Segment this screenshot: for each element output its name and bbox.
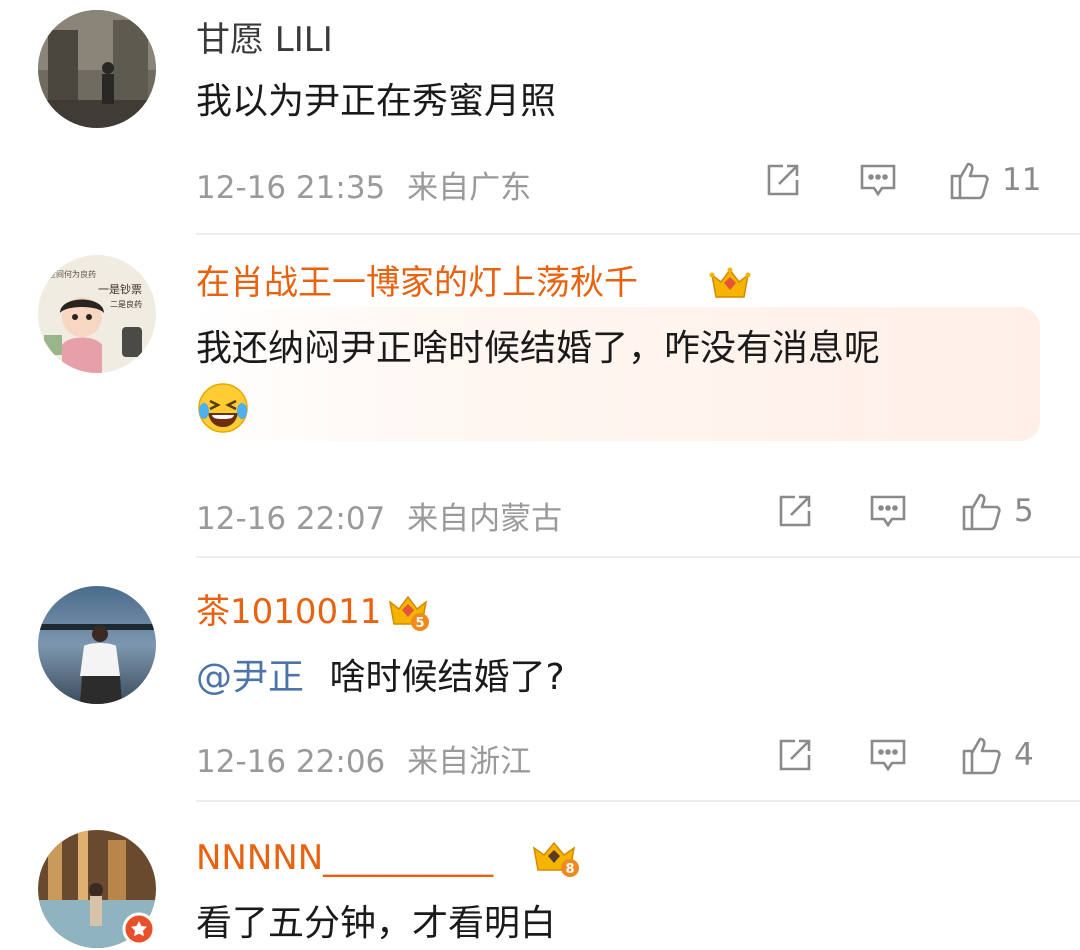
thumbs-up-icon <box>962 493 1001 531</box>
avatar[interactable] <box>38 10 156 128</box>
share-button[interactable] <box>763 160 803 200</box>
comment-item: 茶1010011 5 @尹正 啥时候结婚了? 12-16 22:06 来自浙江 … <box>0 558 1080 802</box>
avatar[interactable] <box>38 586 156 704</box>
comment-button[interactable] <box>868 735 908 775</box>
avatar-text-line2: 二是良药 <box>110 299 142 309</box>
comment-icon <box>870 739 906 772</box>
username[interactable]: 茶1010011 <box>196 592 381 632</box>
thumbs-up-icon <box>962 737 1001 775</box>
comment-button[interactable] <box>868 491 908 531</box>
like-count: 5 <box>1014 493 1034 529</box>
comment-body: 啥时候结婚了? <box>329 657 565 698</box>
emoji-container <box>196 381 250 435</box>
like-count: 11 <box>1002 162 1042 198</box>
like-button[interactable]: 4 <box>960 733 1034 777</box>
badge-level: 5 <box>415 616 424 631</box>
avatar-text-line1: 一是钞票 <box>98 282 142 296</box>
share-icon <box>779 739 811 771</box>
like-button[interactable]: 11 <box>948 158 1041 202</box>
avatar-text-top: 世间何为良药 <box>48 269 96 279</box>
comment-meta: 12-16 22:06 来自浙江 <box>196 736 531 781</box>
avatar[interactable]: 世间何为良药 一是钞票 二是良药 <box>38 255 156 373</box>
comment-icon <box>870 495 906 528</box>
comment-item: 甘愿 LILI 我以为尹正在秀蜜月照 12-16 21:35 来自广东 11 <box>0 0 1080 235</box>
badge-level: 8 <box>565 862 574 877</box>
comment-text: 我以为尹正在秀蜜月照 <box>196 81 557 122</box>
comment-location: 来自广东 <box>407 170 532 206</box>
vip-crown-icon: 8 <box>532 841 579 877</box>
comment-location: 来自浙江 <box>407 744 532 780</box>
username[interactable]: NNNNN__________ <box>196 838 493 878</box>
comment-meta: 12-16 21:35 来自广东 <box>196 162 531 207</box>
share-button[interactable] <box>775 735 815 775</box>
thumbs-up-icon <box>950 162 989 200</box>
mention-link[interactable]: @尹正 <box>196 657 304 698</box>
username[interactable]: 在肖战王一博家的灯上荡秋千 <box>196 263 638 303</box>
comment-item: NNNNN__________ 8 看了五分钟，才看明白 <box>0 802 1080 948</box>
share-icon <box>767 164 799 196</box>
like-button[interactable]: 5 <box>960 489 1034 533</box>
comment-button[interactable] <box>858 160 898 200</box>
comment-icon <box>860 164 896 197</box>
comment-time: 12-16 21:35 <box>196 170 386 206</box>
comment-location: 来自内蒙古 <box>407 501 563 537</box>
username[interactable]: 甘愿 LILI <box>196 20 333 60</box>
share-icon <box>779 495 811 527</box>
vip-crown-icon: 5 <box>388 595 429 631</box>
verified-badge-icon <box>122 912 156 946</box>
share-button[interactable] <box>775 491 815 531</box>
comment-meta: 12-16 22:07 来自内蒙古 <box>196 493 562 538</box>
comment-text: @尹正 啥时候结婚了? <box>196 652 565 704</box>
comment-time: 12-16 22:06 <box>196 744 386 780</box>
like-count: 4 <box>1014 737 1034 773</box>
laughing-crying-icon <box>198 383 248 433</box>
comment-item: 世间何为良药 一是钞票 二是良药 在肖战王一博家的灯上荡秋千 我还纳闷尹正啥时候… <box>0 235 1080 558</box>
comment-time: 12-16 22:07 <box>196 501 386 537</box>
comment-text: 看了五分钟，才看明白 <box>196 903 557 944</box>
comment-text: 我还纳闷尹正啥时候结婚了，咋没有消息呢 <box>196 328 881 369</box>
vip-crown-icon <box>709 267 751 298</box>
